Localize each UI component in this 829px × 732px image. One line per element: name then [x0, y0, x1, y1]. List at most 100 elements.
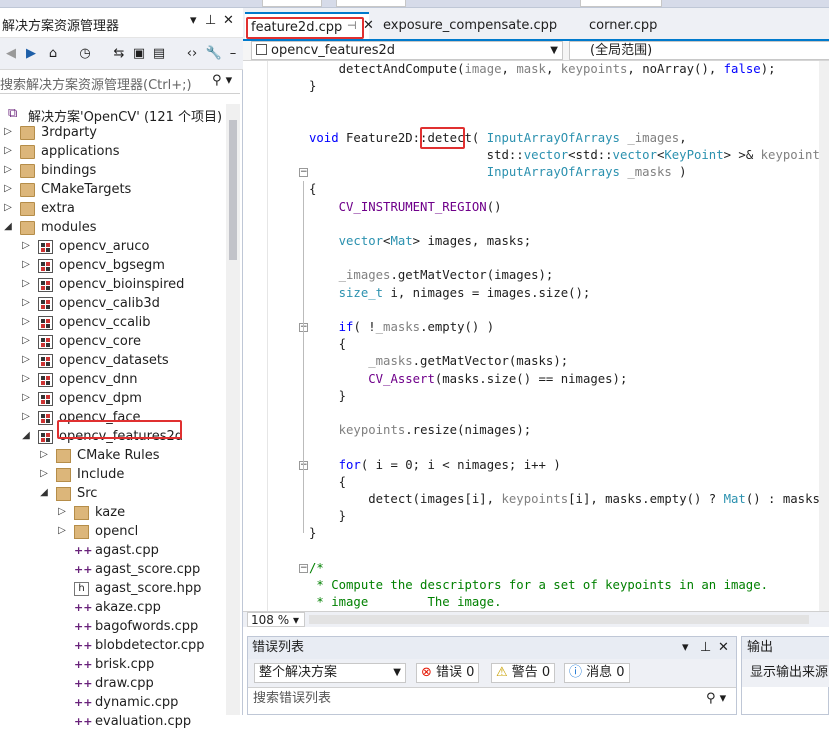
editor-vertical-scrollbar[interactable] — [819, 61, 829, 611]
close-icon[interactable]: ✕ — [718, 637, 729, 659]
back-icon[interactable]: ◀ — [2, 45, 20, 63]
code-line: detectAndCompute(image, mask, keypoints,… — [309, 62, 776, 76]
collapsed-arrow-icon[interactable]: ▷ — [38, 449, 50, 460]
solution-search-box[interactable]: 搜索解决方案资源管理器(Ctrl+;) ⚲ ▾ — [0, 70, 240, 94]
collapse-icon[interactable]: ▣ — [130, 45, 148, 63]
tree-item[interactable]: ◢ Src — [0, 485, 228, 504]
folder-icon — [20, 126, 35, 140]
vertical-scrollbar[interactable] — [226, 104, 240, 715]
tree-item[interactable]: ++ agast.cpp — [0, 542, 228, 561]
collapsed-arrow-icon[interactable]: ▷ — [20, 259, 32, 270]
expanded-arrow-icon[interactable]: ◢ — [38, 487, 50, 498]
error-search-box[interactable]: 搜索错误列表 ⚲ ▾ — [248, 687, 736, 709]
tree-item[interactable]: ▷ bindings — [0, 162, 228, 181]
collapsed-arrow-icon[interactable]: ▷ — [20, 411, 32, 422]
messages-filter-button[interactable]: ⓘ 消息 0 — [564, 663, 630, 683]
tree-item[interactable]: ++ agast_score.cpp — [0, 561, 228, 580]
project-dropdown[interactable]: opencv_features2d ▼ — [251, 41, 563, 60]
collapsed-arrow-icon[interactable]: ▷ — [20, 335, 32, 346]
tree-item[interactable]: ++ akaze.cpp — [0, 599, 228, 618]
tree-item[interactable]: ▷ opencv_dpm — [0, 390, 228, 409]
tree-item[interactable]: ++ evaluation.cpp — [0, 713, 228, 732]
collapsed-arrow-icon[interactable]: ▷ — [2, 183, 14, 194]
tree-item[interactable]: h agast_score.hpp — [0, 580, 228, 599]
scope-select[interactable]: 整个解决方案 ▼ — [254, 663, 406, 683]
collapsed-arrow-icon[interactable]: ▷ — [2, 126, 14, 137]
tree-item-label: brisk.cpp — [95, 657, 155, 672]
warnings-filter-button[interactable]: ⚠ 警告 0 — [491, 663, 556, 683]
tree-item[interactable]: ++ blobdetector.cpp — [0, 637, 228, 656]
tree-item[interactable]: ▷ opencv_dnn — [0, 371, 228, 390]
close-icon[interactable]: ✕ — [223, 13, 234, 28]
collapsed-arrow-icon[interactable]: ▷ — [20, 354, 32, 365]
tree-item[interactable]: ▷ opencv_ccalib — [0, 314, 228, 333]
tree-item[interactable]: ▷ Include — [0, 466, 228, 485]
tree-item[interactable]: ▷ applications — [0, 143, 228, 162]
tree-item[interactable]: ▷ opencv_aruco — [0, 238, 228, 257]
tree-item[interactable]: ▷ opencl — [0, 523, 228, 542]
tree-item[interactable]: ▷ opencv_core — [0, 333, 228, 352]
sync-icon[interactable]: ⇆ — [110, 45, 128, 63]
errors-filter-button[interactable]: ⊗ 错误 0 — [416, 663, 480, 683]
fold-toggle-icon[interactable]: − — [299, 168, 308, 178]
collapsed-arrow-icon[interactable]: ▷ — [2, 145, 14, 156]
cpp-file-icon: ++ — [74, 544, 93, 557]
code-line: } — [309, 526, 317, 541]
tree-item[interactable]: ▷ opencv_bioinspired — [0, 276, 228, 295]
collapsed-arrow-icon[interactable]: ▷ — [20, 297, 32, 308]
tree-item[interactable]: ▷ 3rdparty — [0, 124, 228, 143]
tree-item[interactable]: ▷ CMakeTargets — [0, 181, 228, 200]
tree-item[interactable]: ++ brisk.cpp — [0, 656, 228, 675]
fold-toggle-icon[interactable]: − — [299, 563, 308, 573]
tree-item[interactable]: ◢ modules — [0, 219, 228, 238]
pin-icon[interactable]: ⊥ — [205, 13, 216, 28]
code-editor[interactable]: detectAndCompute(image, mask, keypoints,… — [243, 61, 829, 611]
collapsed-arrow-icon[interactable]: ▷ — [20, 373, 32, 384]
forward-icon[interactable]: ▶ — [22, 45, 40, 63]
tab-exposure-compensate[interactable]: exposure_compensate.cpp — [377, 12, 563, 39]
pin-icon[interactable]: ⊥ — [700, 637, 711, 659]
collapsed-arrow-icon[interactable]: ▷ — [20, 240, 32, 251]
tab-corner[interactable]: corner.cpp — [583, 12, 663, 39]
code-line: * image The image. — [309, 595, 502, 610]
dropdown-icon[interactable]: ▾ — [682, 637, 689, 659]
tree-item[interactable]: ++ draw.cpp — [0, 675, 228, 694]
tree-item[interactable]: ▷ CMake Rules — [0, 447, 228, 466]
folder-icon — [20, 145, 35, 159]
zoom-level[interactable]: 108 % ▾ — [247, 612, 305, 627]
search-icon[interactable]: ⚲ ▾ — [706, 688, 726, 710]
collapsed-arrow-icon[interactable]: ▷ — [20, 316, 32, 327]
tree-item[interactable]: ++ bagofwords.cpp — [0, 618, 228, 637]
tree-item[interactable]: ▷ opencv_bgsegm — [0, 257, 228, 276]
editor-horizontal-scrollbar[interactable] — [309, 615, 809, 624]
collapsed-arrow-icon[interactable]: ▷ — [2, 164, 14, 175]
collapsed-arrow-icon[interactable]: ▷ — [2, 202, 14, 213]
expanded-arrow-icon[interactable]: ◢ — [2, 221, 14, 232]
tree-item[interactable]: ▷ kaze — [0, 504, 228, 523]
navigation-bar: opencv_features2d ▼ (全局范围) — [243, 41, 829, 61]
home-icon[interactable]: ⌂ — [44, 45, 62, 63]
dropdown-icon[interactable]: ▾ — [190, 13, 197, 28]
more-icon[interactable]: – — [224, 45, 242, 63]
wrench-icon[interactable]: 🔧 — [205, 45, 223, 63]
tree-item[interactable]: ▷ extra — [0, 200, 228, 219]
project-icon — [38, 354, 53, 368]
collapsed-arrow-icon[interactable]: ▷ — [56, 525, 68, 536]
collapsed-arrow-icon[interactable]: ▷ — [38, 468, 50, 479]
collapsed-arrow-icon[interactable]: ▷ — [56, 506, 68, 517]
editor-status-bar: 108 % ▾ — [243, 611, 829, 627]
show-all-icon[interactable]: ▤ — [150, 45, 168, 63]
tree-item[interactable]: ++ dynamic.cpp — [0, 694, 228, 713]
history-icon[interactable]: ◷ — [76, 45, 94, 63]
collapsed-arrow-icon[interactable]: ▷ — [20, 278, 32, 289]
collapsed-arrow-icon[interactable]: ▷ — [20, 392, 32, 403]
code-view-icon[interactable]: ‹› — [183, 45, 201, 63]
search-icon[interactable]: ⚲ ▾ — [212, 73, 232, 88]
tree-item[interactable]: ▷ opencv_calib3d — [0, 295, 228, 314]
output-source-label[interactable]: 显示输出来源(S — [742, 659, 829, 687]
expanded-arrow-icon[interactable]: ◢ — [20, 430, 32, 441]
search-placeholder: 搜索错误列表 — [253, 691, 332, 706]
tree-item[interactable]: ⧉ 解决方案'OpenCV' (121 个项目) — [0, 105, 228, 126]
scope-dropdown[interactable]: (全局范围) — [569, 41, 829, 60]
tree-item[interactable]: ▷ opencv_datasets — [0, 352, 228, 371]
